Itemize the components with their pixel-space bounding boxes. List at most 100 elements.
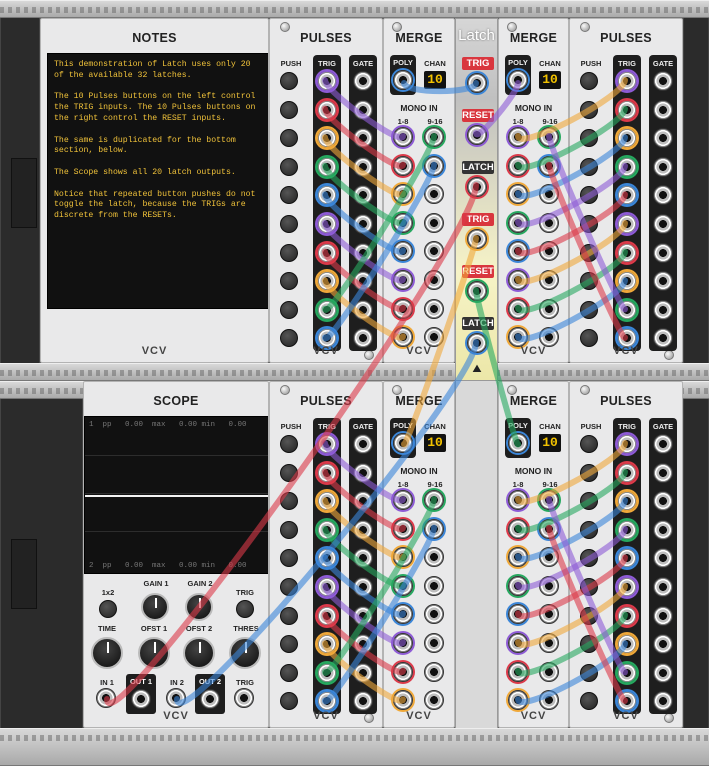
mono-input-jack[interactable] (508, 490, 528, 510)
push-button[interactable] (580, 692, 598, 711)
trig-output-jack[interactable] (317, 491, 337, 512)
push-button[interactable] (580, 72, 598, 90)
mono-input-jack[interactable] (424, 298, 444, 319)
trig-output-jack[interactable] (317, 71, 337, 91)
gate-output-jack[interactable] (653, 491, 673, 512)
mono-input-jack[interactable] (508, 270, 528, 290)
gate-output-jack[interactable] (653, 271, 673, 292)
push-button[interactable] (580, 635, 598, 654)
mono-input-jack[interactable] (508, 690, 528, 711)
gate-output-jack[interactable] (653, 128, 673, 149)
mono-input-jack[interactable] (424, 127, 444, 147)
gate-output-jack[interactable] (653, 185, 673, 206)
trig-output-jack[interactable] (617, 71, 637, 91)
mono-input-jack[interactable] (508, 184, 528, 205)
scope-gain2-knob[interactable] (185, 593, 213, 621)
gate-output-jack[interactable] (353, 242, 373, 263)
trig-output-jack[interactable] (317, 299, 337, 320)
notes-text-area[interactable]: This demonstration of Latch uses only 20… (47, 53, 268, 309)
trig-output-jack[interactable] (617, 519, 637, 540)
push-button[interactable] (280, 215, 298, 233)
mono-input-jack[interactable] (424, 690, 444, 711)
mono-input-jack[interactable] (393, 633, 413, 653)
push-button[interactable] (580, 157, 598, 176)
mono-input-jack[interactable] (508, 212, 528, 233)
push-button[interactable] (280, 692, 298, 711)
trig-output-jack[interactable] (317, 605, 337, 626)
mono-input-jack[interactable] (424, 490, 444, 510)
mono-input-jack[interactable] (424, 155, 444, 176)
mono-input-jack[interactable] (539, 241, 559, 262)
gate-output-jack[interactable] (353, 662, 373, 683)
latch-latch-jack[interactable] (467, 333, 487, 353)
mono-input-jack[interactable] (424, 184, 444, 205)
push-button[interactable] (580, 243, 598, 262)
mono-input-jack[interactable] (424, 518, 444, 539)
latch-reset-jack[interactable] (467, 125, 487, 145)
mono-input-jack[interactable] (539, 155, 559, 176)
gate-output-jack[interactable] (353, 634, 373, 655)
push-button[interactable] (280, 578, 298, 596)
mono-input-jack[interactable] (424, 661, 444, 682)
gate-output-jack[interactable] (353, 519, 373, 540)
push-button[interactable] (280, 157, 298, 176)
push-button[interactable] (280, 186, 298, 205)
trig-output-jack[interactable] (317, 519, 337, 540)
push-button[interactable] (580, 215, 598, 233)
mono-input-jack[interactable] (539, 547, 559, 568)
gate-output-jack[interactable] (653, 242, 673, 263)
trig-output-jack[interactable] (617, 577, 637, 597)
mono-input-jack[interactable] (508, 155, 528, 176)
push-button[interactable] (280, 635, 298, 654)
mono-input-jack[interactable] (508, 633, 528, 653)
trig-output-jack[interactable] (317, 548, 337, 569)
mono-input-jack[interactable] (393, 184, 413, 205)
push-button[interactable] (580, 435, 598, 453)
gate-output-jack[interactable] (353, 491, 373, 512)
gate-output-jack[interactable] (653, 634, 673, 655)
push-button[interactable] (280, 300, 298, 319)
poly-output-jack[interactable] (393, 70, 413, 90)
mono-input-jack[interactable] (508, 547, 528, 568)
push-button[interactable] (580, 129, 598, 148)
mono-input-jack[interactable] (424, 270, 444, 290)
mono-input-jack[interactable] (539, 270, 559, 290)
gate-output-jack[interactable] (353, 462, 373, 483)
mono-input-jack[interactable] (424, 547, 444, 568)
scope-time-knob[interactable] (91, 637, 123, 669)
latch-trig-jack[interactable] (467, 229, 487, 249)
mono-input-jack[interactable] (508, 241, 528, 262)
trig-output-jack[interactable] (317, 462, 337, 483)
mono-input-jack[interactable] (393, 298, 413, 319)
gate-output-jack[interactable] (653, 662, 673, 683)
push-button[interactable] (280, 272, 298, 291)
trig-output-jack[interactable] (617, 242, 637, 263)
gate-output-jack[interactable] (353, 271, 373, 292)
latch-latch-jack[interactable] (467, 177, 487, 197)
trig-output-jack[interactable] (617, 271, 637, 292)
gate-output-jack[interactable] (353, 185, 373, 206)
gate-output-jack[interactable] (353, 214, 373, 234)
mono-input-jack[interactable] (539, 490, 559, 510)
poly-output-jack[interactable] (393, 433, 413, 453)
trig-output-jack[interactable] (317, 662, 337, 683)
scope-ofst1-knob[interactable] (138, 637, 170, 669)
push-button[interactable] (580, 300, 598, 319)
mono-input-jack[interactable] (393, 604, 413, 625)
mono-input-jack[interactable] (393, 690, 413, 711)
trig-output-jack[interactable] (617, 491, 637, 512)
mono-input-jack[interactable] (508, 604, 528, 625)
gate-output-jack[interactable] (353, 434, 373, 454)
trig-output-jack[interactable] (317, 434, 337, 454)
mono-input-jack[interactable] (508, 661, 528, 682)
push-button[interactable] (580, 492, 598, 511)
mono-input-jack[interactable] (539, 212, 559, 233)
trig-output-jack[interactable] (617, 548, 637, 569)
mono-input-jack[interactable] (539, 127, 559, 147)
poly-output-jack[interactable] (508, 433, 528, 453)
gate-output-jack[interactable] (353, 299, 373, 320)
push-button[interactable] (580, 272, 598, 291)
push-button[interactable] (280, 129, 298, 148)
scope-trig-button[interactable] (236, 600, 254, 618)
gate-output-jack[interactable] (353, 577, 373, 597)
